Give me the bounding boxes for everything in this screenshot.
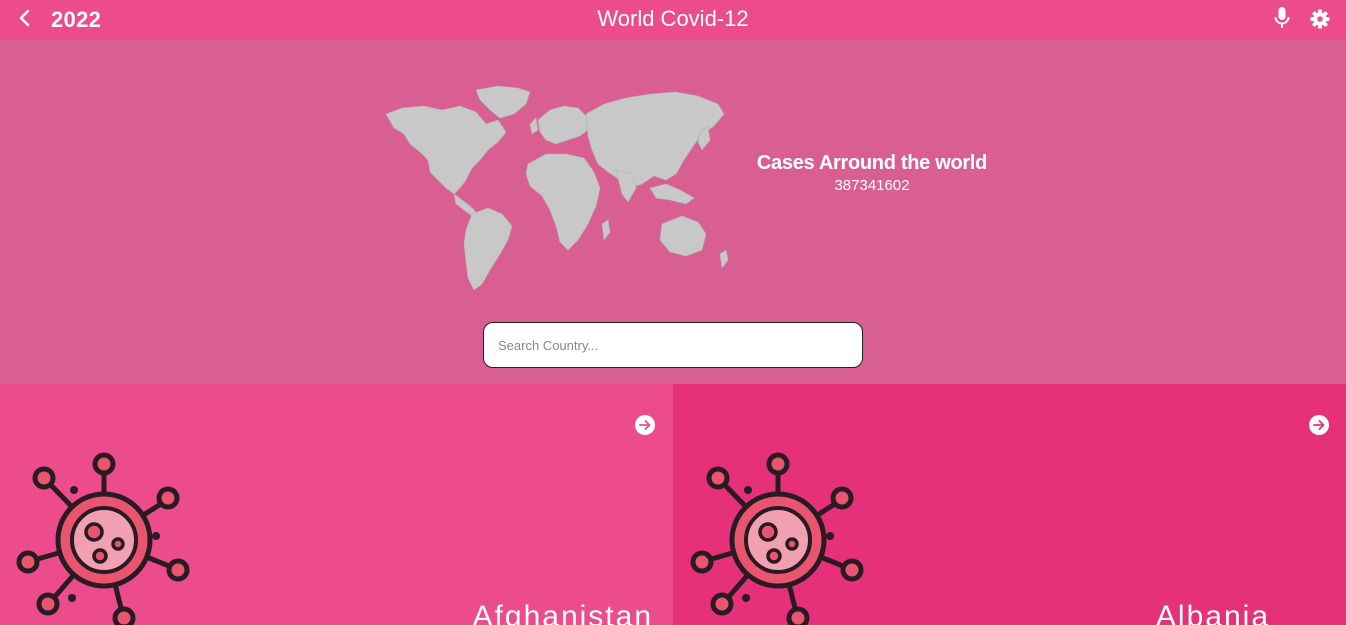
hero-section: Cases Arround the world 387341602 [0, 40, 1346, 384]
arrow-right-circle-icon [635, 415, 655, 435]
country-name: Albania [1155, 600, 1270, 625]
open-country-button[interactable] [1308, 414, 1330, 436]
app-title: World Covid-12 [597, 6, 749, 31]
app-header: 2022 World Covid-12 [0, 0, 1346, 40]
world-map [385, 85, 729, 291]
microphone-icon [1274, 7, 1290, 28]
country-name: Afghanistan [472, 600, 653, 625]
gear-icon [1310, 9, 1330, 29]
global-cases-count: 387341602 [834, 177, 910, 194]
country-search-input[interactable] [483, 322, 863, 368]
global-cases-block: Cases Arround the world 387341602 [742, 152, 1002, 194]
virus-icon [690, 452, 864, 625]
arrow-right-circle-icon [1309, 415, 1329, 435]
virus-icon [16, 452, 190, 625]
country-card-albania[interactable]: Albania [673, 384, 1346, 625]
country-card-afghanistan[interactable]: Afghanistan [0, 384, 673, 625]
voice-search-button[interactable] [1273, 6, 1291, 30]
global-cases-title: Cases Arround the world [756, 152, 988, 174]
settings-button[interactable] [1310, 9, 1330, 29]
open-country-button[interactable] [634, 414, 656, 436]
